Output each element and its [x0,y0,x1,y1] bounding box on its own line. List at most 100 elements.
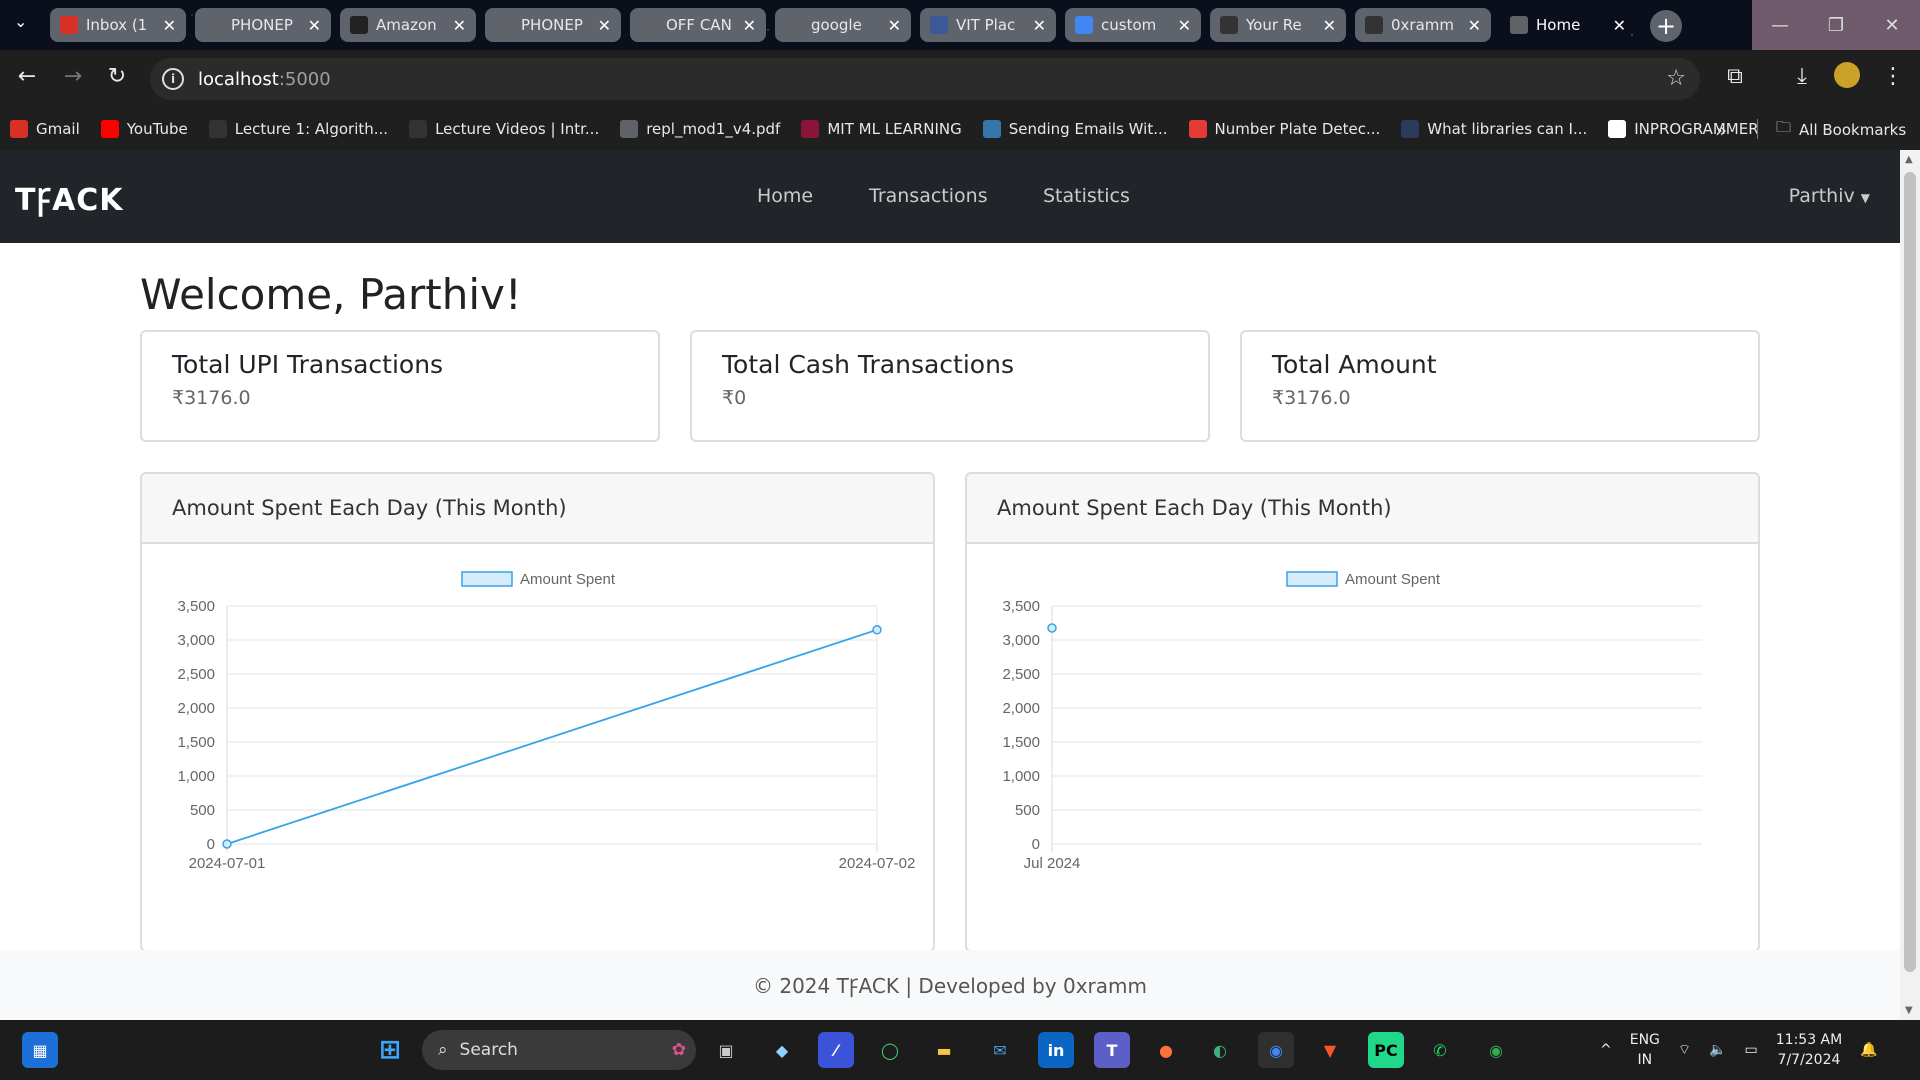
wifi-icon[interactable]: ⌔ [1678,1041,1691,1059]
maximize-icon[interactable]: ❐ [1808,0,1864,50]
card-title: Total Amount [1272,350,1437,379]
tab-close-icon[interactable]: ✕ [308,16,321,35]
bookmark-label: repl_mod1_v4.pdf [646,120,781,138]
mail-icon[interactable]: ✉ [982,1032,1018,1068]
tab-close-icon[interactable]: ✕ [1468,16,1481,35]
legend-label: Amount Spent [1345,571,1441,588]
bookmark-label: Number Plate Detec... [1214,120,1381,138]
tab-close-icon[interactable]: ✕ [1323,16,1336,35]
more-bookmarks-icon[interactable]: » [1715,118,1727,142]
start-icon[interactable]: ⊞ [372,1032,408,1068]
bookmark-item[interactable]: MIT ML LEARNING [801,120,962,138]
tab-close-icon[interactable]: ✕ [163,16,176,35]
refresh-app-icon[interactable]: ◯ [872,1032,908,1068]
data-point [222,839,232,849]
tab-close-icon[interactable]: ✕ [453,16,466,35]
url-text[interactable]: localhost:5000 [198,69,331,90]
youtube-icon [100,120,119,138]
tab-close-icon[interactable]: ✕ [1613,16,1626,35]
pycharm-icon[interactable]: PC [1368,1032,1404,1068]
browser-tab[interactable]: PHONEP ✕ [485,8,621,42]
close-window-icon[interactable]: ✕ [1864,0,1920,50]
browser-tab[interactable]: PHONEP ✕ [195,8,331,42]
tab-search-icon[interactable]: ⌄ [14,12,27,31]
browser-tab[interactable]: Inbox (1 ✕ [50,8,186,42]
whatsapp-icon[interactable]: ✆ [1422,1032,1458,1068]
menu-icon[interactable]: ⋮ [1878,64,1908,89]
vscode-icon[interactable]: ⁄ [818,1032,854,1068]
brand-logo[interactable]: TꝻACK [15,178,124,219]
browser-tab[interactable]: VIT Plac ✕ [920,8,1056,42]
widgets-icon[interactable]: ▦ [22,1032,58,1068]
volume-icon[interactable]: 🔈 [1709,1042,1726,1058]
tab-close-icon[interactable]: ✕ [1033,16,1046,35]
browser-tab[interactable]: Home ✕ [1500,8,1636,42]
web-icon [205,16,223,34]
chrome-profile-icon[interactable]: ◉ [1478,1032,1514,1068]
edge-icon[interactable]: ◐ [1202,1032,1238,1068]
y-tick-label: 2,500 [177,666,215,683]
bookmark-item[interactable]: Number Plate Detec... [1188,120,1381,138]
file-explorer-icon[interactable]: ▬ [926,1032,962,1068]
browser-tab[interactable]: 0xramm ✕ [1355,8,1491,42]
tab-close-icon[interactable]: ✕ [888,16,901,35]
bookmark-item[interactable]: repl_mod1_v4.pdf [620,120,780,138]
card-title: Total UPI Transactions [172,350,444,379]
tab-title: PHONEP [521,16,583,34]
red-icon [1188,120,1207,138]
bookmark-item[interactable]: Sending Emails Wit... [982,120,1168,138]
bookmark-item[interactable]: Lecture Videos | Intr... [409,120,599,138]
scrollbar-thumb[interactable] [1904,172,1916,972]
new-tab-button[interactable]: + [1650,10,1682,42]
series-line [226,628,878,845]
bookmark-item[interactable]: INPROGRAMMER [1608,120,1759,138]
taskbar-search[interactable]: ⌕ Search ✿ [422,1030,696,1070]
bookmark-item[interactable]: YouTube [100,120,188,138]
tab-close-icon[interactable]: ✕ [598,16,611,35]
site-info-icon[interactable]: i [162,68,184,90]
card-value: ₹3176.0 [172,387,251,409]
bookmark-item[interactable]: Gmail [10,120,80,138]
nav-home[interactable]: Home [757,185,813,207]
scroll-up-icon[interactable]: ▲ [1905,154,1913,165]
forward-icon[interactable]: → [58,64,88,89]
x-tick-label: 2024-07-01 [189,855,266,872]
browser-tab[interactable]: OFF CAN ✕ [630,8,766,42]
browser-tab[interactable]: Amazon ✕ [340,8,476,42]
tab-close-icon[interactable]: ✕ [1178,16,1191,35]
copilot-icon[interactable]: ◆ [764,1032,800,1068]
browser-tab[interactable]: Your Re ✕ [1210,8,1346,42]
chrome-icon[interactable]: ◉ [1258,1032,1294,1068]
teams-icon[interactable]: T [1094,1032,1130,1068]
tab-close-icon[interactable]: ✕ [743,16,756,35]
back-icon[interactable]: ← [12,64,42,89]
chevron-up-icon[interactable]: ^ [1600,1042,1612,1058]
linkedin-icon[interactable]: in [1038,1032,1074,1068]
nav-transactions[interactable]: Transactions [869,185,988,207]
scroll-down-icon[interactable]: ▼ [1905,1005,1913,1016]
reload-icon[interactable]: ↻ [102,64,132,89]
y-tick-label: 500 [1015,802,1040,819]
clock[interactable]: 11:53 AM 7/7/2024 [1776,1030,1842,1070]
profile-avatar[interactable] [1832,62,1862,94]
battery-icon[interactable]: ▭ [1745,1042,1758,1058]
address-bar[interactable]: i localhost:5000 ☆ [150,58,1700,100]
page-scrollbar[interactable]: ▲ ▼ [1900,150,1920,1020]
user-dropdown[interactable]: Parthiv ▼ [1789,185,1870,207]
nav-statistics[interactable]: Statistics [1043,185,1130,207]
notification-bell-icon[interactable]: 🔔 [1860,1042,1877,1058]
browser-tab[interactable]: custom ✕ [1065,8,1201,42]
firefox-icon[interactable]: ● [1148,1032,1184,1068]
brave-icon[interactable]: ▼ [1312,1032,1348,1068]
browser-tab[interactable]: google ✕ [775,8,911,42]
download-icon[interactable]: ⤓ [1787,64,1817,89]
language-indicator[interactable]: ENG IN [1630,1030,1660,1070]
minimize-icon[interactable]: — [1752,0,1808,50]
bookmark-star-icon[interactable]: ☆ [1666,66,1686,91]
extensions-icon[interactable]: ⧉ [1720,64,1750,89]
all-bookmarks-button[interactable]: 🗀 All Bookmarks [1776,117,1906,142]
task-view-icon[interactable]: ▣ [708,1032,744,1068]
y-tick-label: 3,000 [177,632,215,649]
bookmark-item[interactable]: Lecture 1: Algorith... [208,120,388,138]
bookmark-item[interactable]: What libraries can I... [1401,120,1587,138]
